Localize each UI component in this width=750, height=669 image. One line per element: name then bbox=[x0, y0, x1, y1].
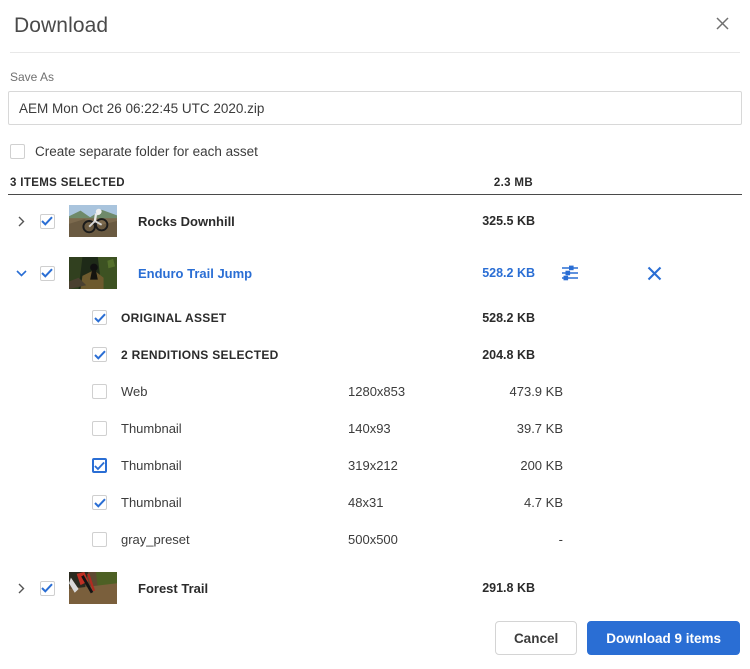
rendition-row[interactable]: Thumbnail 48x31 4.7 KB bbox=[8, 484, 742, 521]
renditions-label: 2 RENDITIONS SELECTED bbox=[121, 348, 279, 362]
list-item[interactable]: 2 RENDITIONS SELECTED 204.8 KB bbox=[8, 336, 742, 373]
asset-name[interactable]: Forest Trail bbox=[138, 581, 208, 596]
rendition-name: Thumbnail bbox=[121, 458, 348, 473]
close-icon[interactable] bbox=[708, 9, 736, 37]
rendition-dimensions: 48x31 bbox=[348, 495, 458, 510]
rendition-row[interactable]: gray_preset 500x500 - bbox=[8, 521, 742, 558]
rendition-dimensions: 500x500 bbox=[348, 532, 458, 547]
rendition-row[interactable]: Thumbnail 319x212 200 KB bbox=[8, 447, 742, 484]
total-size: 2.3 MB bbox=[494, 177, 533, 189]
list-item[interactable]: ORIGINAL ASSET 528.2 KB bbox=[8, 299, 742, 336]
asset-size: 528.2 KB bbox=[435, 266, 535, 280]
cancel-button[interactable]: Cancel bbox=[495, 621, 577, 655]
asset-checkbox[interactable] bbox=[40, 266, 55, 281]
download-dialog: Download Save As AEM Mon Oct 26 06:22:45… bbox=[0, 0, 750, 669]
save-as-value: AEM Mon Oct 26 06:22:45 UTC 2020.zip bbox=[19, 101, 264, 116]
asset-checkbox-wrap bbox=[32, 214, 62, 229]
original-asset-label: ORIGINAL ASSET bbox=[121, 311, 227, 325]
header-divider bbox=[10, 52, 740, 53]
page-title: Download bbox=[14, 14, 108, 38]
rendition-dimensions: 1280x853 bbox=[348, 384, 458, 399]
rendition-size: - bbox=[458, 532, 563, 547]
asset-size: 291.8 KB bbox=[435, 581, 535, 595]
rendition-size: 200 KB bbox=[458, 458, 563, 473]
rendition-row[interactable]: Web 1280x853 473.9 KB bbox=[8, 373, 742, 410]
rendition-dimensions: 140x93 bbox=[348, 421, 458, 436]
rendition-checkbox[interactable] bbox=[92, 532, 107, 547]
rendition-name: gray_preset bbox=[121, 532, 348, 547]
selected-count: 3 ITEMS SELECTED bbox=[10, 177, 125, 189]
asset-checkbox-wrap bbox=[32, 266, 62, 281]
dialog-header: Download bbox=[0, 0, 750, 52]
rendition-size: 39.7 KB bbox=[458, 421, 563, 436]
rendition-name: Thumbnail bbox=[121, 421, 348, 436]
rendition-size: 473.9 KB bbox=[458, 384, 563, 399]
rendition-dimensions: 319x212 bbox=[348, 458, 458, 473]
rendition-checkbox[interactable] bbox=[92, 421, 107, 436]
rendition-name: Thumbnail bbox=[121, 495, 348, 510]
download-button[interactable]: Download 9 items bbox=[587, 621, 740, 655]
asset-thumbnail bbox=[68, 204, 118, 238]
sliders-icon[interactable] bbox=[559, 262, 581, 284]
asset-checkbox[interactable] bbox=[40, 581, 55, 596]
rendition-checkbox[interactable] bbox=[92, 495, 107, 510]
create-folder-checkbox[interactable] bbox=[10, 144, 25, 159]
remove-asset-icon[interactable] bbox=[643, 262, 665, 284]
rendition-size: 4.7 KB bbox=[458, 495, 563, 510]
asset-thumbnail bbox=[68, 256, 118, 290]
save-as-label: Save As bbox=[10, 70, 742, 84]
dialog-body: Save As AEM Mon Oct 26 06:22:45 UTC 2020… bbox=[0, 70, 750, 614]
rendition-checkbox[interactable] bbox=[92, 384, 107, 399]
original-asset-checkbox[interactable] bbox=[92, 310, 107, 325]
table-row[interactable]: Forest Trail 291.8 KB bbox=[8, 562, 742, 614]
save-as-input[interactable]: AEM Mon Oct 26 06:22:45 UTC 2020.zip bbox=[8, 91, 742, 125]
chevron-right-icon[interactable] bbox=[10, 583, 32, 594]
rendition-checkbox[interactable] bbox=[92, 458, 107, 473]
asset-actions bbox=[535, 262, 742, 284]
asset-name[interactable]: Rocks Downhill bbox=[138, 214, 235, 229]
asset-checkbox[interactable] bbox=[40, 214, 55, 229]
table-row[interactable]: Enduro Trail Jump 528.2 KB bbox=[8, 247, 742, 299]
asset-checkbox-wrap bbox=[32, 581, 62, 596]
rendition-name: Web bbox=[121, 384, 348, 399]
asset-thumbnail bbox=[68, 571, 118, 605]
dialog-footer: Cancel Download 9 items bbox=[495, 621, 740, 655]
asset-name[interactable]: Enduro Trail Jump bbox=[138, 266, 252, 281]
chevron-right-icon[interactable] bbox=[10, 216, 32, 227]
asset-size: 325.5 KB bbox=[435, 214, 535, 228]
table-row[interactable]: Rocks Downhill 325.5 KB bbox=[8, 195, 742, 247]
renditions-checkbox[interactable] bbox=[92, 347, 107, 362]
create-folder-row[interactable]: Create separate folder for each asset bbox=[10, 144, 742, 159]
original-asset-size: 528.2 KB bbox=[435, 311, 535, 325]
selection-summary: 3 ITEMS SELECTED 2.3 MB bbox=[8, 177, 742, 195]
chevron-down-icon[interactable] bbox=[10, 270, 32, 277]
create-folder-label: Create separate folder for each asset bbox=[35, 144, 258, 159]
renditions-size: 204.8 KB bbox=[435, 348, 535, 362]
rendition-row[interactable]: Thumbnail 140x93 39.7 KB bbox=[8, 410, 742, 447]
